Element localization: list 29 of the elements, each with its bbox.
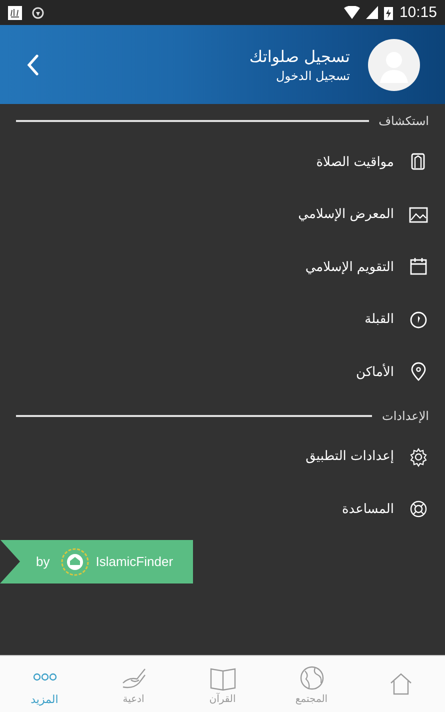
status-time: 10:15: [399, 4, 437, 21]
more-icon: [32, 673, 56, 681]
signal-icon: [366, 6, 378, 19]
menu-item[interactable]: مواقيت الصلاة: [316, 154, 394, 170]
menu-item[interactable]: القبلة: [364, 312, 394, 328]
section-title: الإعدادات: [382, 408, 429, 422]
battery-icon: [384, 6, 394, 20]
lifebuoy-icon[interactable]: [409, 499, 428, 520]
menu-item[interactable]: التقويم الإسلامي: [305, 260, 394, 275]
brand-name: IslamicFinder: [96, 554, 174, 569]
menu-item[interactable]: المساعدة: [342, 502, 394, 517]
image-icon[interactable]: [409, 204, 428, 225]
back-icon[interactable]: [26, 54, 40, 76]
compass-icon[interactable]: [409, 310, 428, 330]
header-title: تسجيل صلواتك: [249, 46, 350, 66]
menu-item[interactable]: الأماكن: [356, 364, 394, 380]
mosque-logo-icon: [60, 546, 90, 576]
brand-prefix: by: [36, 554, 50, 569]
gear-icon[interactable]: [409, 446, 428, 467]
login-link[interactable]: تسجيل الدخول: [276, 68, 350, 82]
location-pin-icon[interactable]: [409, 362, 428, 382]
avatar-icon: [368, 38, 420, 90]
app-notification-icon: [8, 6, 22, 20]
wifi-icon: [344, 6, 360, 19]
menu-item[interactable]: إعدادات التطبيق: [306, 449, 394, 464]
section-title: استكشاف: [378, 114, 429, 128]
shield-icon: [32, 6, 44, 18]
menu-item[interactable]: المعرض الإسلامي: [298, 207, 394, 222]
calendar-icon[interactable]: [409, 257, 428, 278]
